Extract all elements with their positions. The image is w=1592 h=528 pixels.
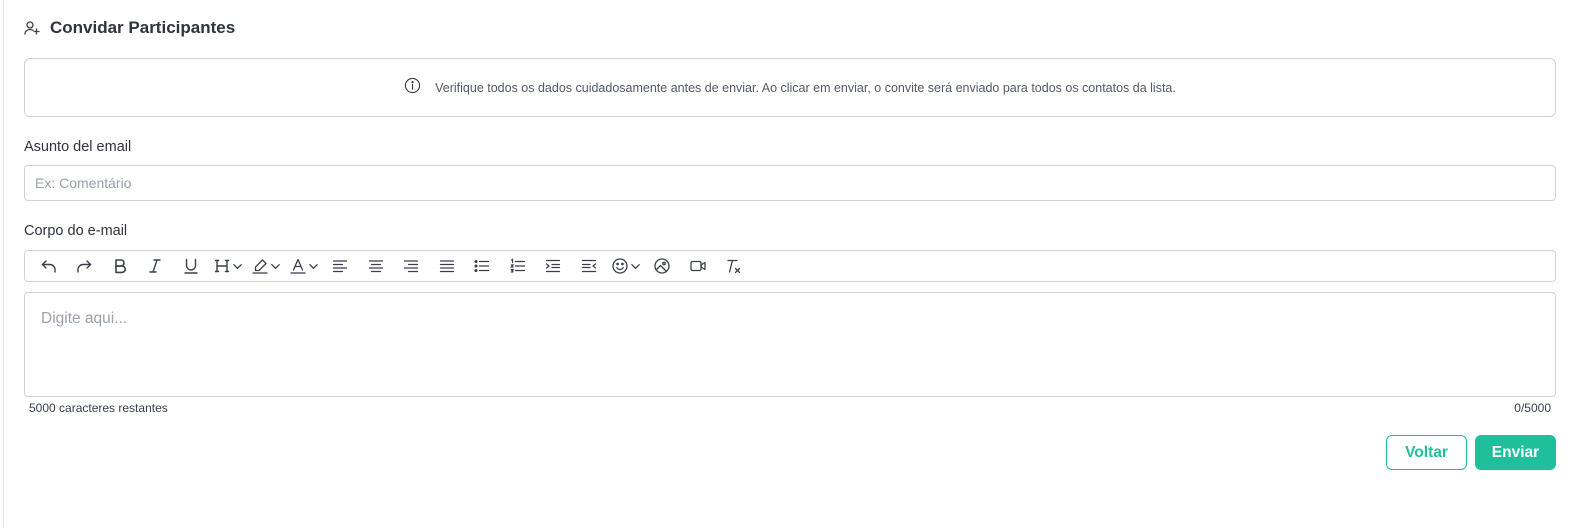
character-counter: 5000 caracteres restantes 0/5000 xyxy=(24,397,1556,415)
align-center-icon[interactable] xyxy=(358,251,394,281)
remaining-characters: 5000 caracteres restantes xyxy=(29,401,168,415)
form-actions: Voltar Enviar xyxy=(24,435,1556,470)
editor-placeholder: Digite aqui... xyxy=(41,310,128,327)
send-button[interactable]: Enviar xyxy=(1475,435,1556,470)
outdent-icon[interactable] xyxy=(571,251,607,281)
panel-header: Convidar Participantes xyxy=(24,0,1556,56)
underline-icon[interactable] xyxy=(173,251,209,281)
italic-icon[interactable] xyxy=(138,251,174,281)
subject-label: Asunto del email xyxy=(24,139,132,155)
info-text: Verifique todos os dados cuidadosamente … xyxy=(435,80,1176,95)
highlight-dropdown[interactable] xyxy=(247,251,285,281)
info-notice: Verifique todos os dados cuidadosamente … xyxy=(24,58,1556,117)
bullet-list-icon[interactable] xyxy=(465,251,501,281)
align-justify-icon[interactable] xyxy=(429,251,465,281)
align-left-icon[interactable] xyxy=(323,251,359,281)
image-icon[interactable] xyxy=(645,251,681,281)
bold-icon[interactable] xyxy=(102,251,138,281)
emoji-dropdown[interactable] xyxy=(607,251,645,281)
numbered-list-icon[interactable] xyxy=(500,251,536,281)
body-label: Corpo do e-mail xyxy=(24,223,128,239)
left-border xyxy=(3,0,4,528)
editor-toolbar xyxy=(24,250,1556,282)
undo-icon[interactable] xyxy=(31,251,67,281)
user-plus-icon xyxy=(24,20,40,36)
subject-field[interactable] xyxy=(24,165,1556,201)
align-right-icon[interactable] xyxy=(394,251,430,281)
redo-icon[interactable] xyxy=(67,251,103,281)
clear-format-icon[interactable] xyxy=(716,251,752,281)
character-count: 0/5000 xyxy=(1514,401,1551,415)
back-button[interactable]: Voltar xyxy=(1386,435,1467,470)
indent-icon[interactable] xyxy=(536,251,572,281)
email-body-editor[interactable]: Digite aqui... xyxy=(24,292,1556,397)
video-icon[interactable] xyxy=(680,251,716,281)
heading-dropdown[interactable] xyxy=(209,251,247,281)
subject-input[interactable] xyxy=(35,175,1555,191)
info-icon xyxy=(404,77,421,99)
page-title: Convidar Participantes xyxy=(50,18,236,37)
invite-participants-panel: Convidar Participantes Verifique todos o… xyxy=(24,0,1556,470)
font-color-dropdown[interactable] xyxy=(285,251,323,281)
